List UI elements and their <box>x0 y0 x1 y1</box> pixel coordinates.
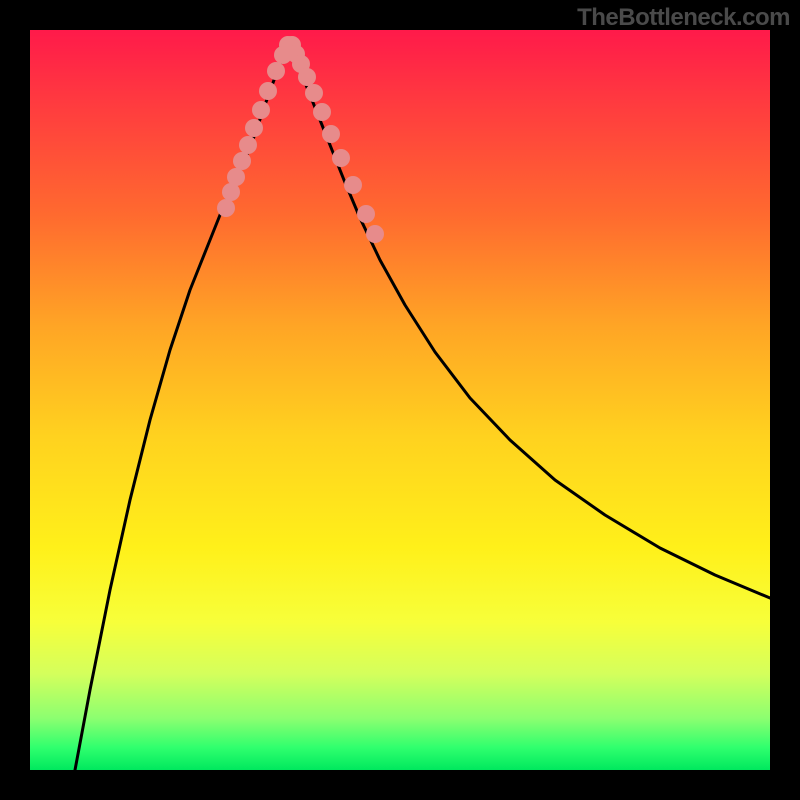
marker-point <box>332 149 350 167</box>
marker-point <box>227 168 245 186</box>
marker-point <box>344 176 362 194</box>
curve-right-branch <box>288 45 770 598</box>
marker-point <box>217 199 235 217</box>
marker-point <box>267 62 285 80</box>
marker-point <box>322 125 340 143</box>
marker-point <box>259 82 277 100</box>
curve-left-branch <box>75 45 288 770</box>
watermark-text: TheBottleneck.com <box>577 4 790 32</box>
marker-point <box>233 152 251 170</box>
marker-point <box>305 84 323 102</box>
plot-area <box>30 30 770 770</box>
curve-svg <box>30 30 770 770</box>
marker-point <box>357 205 375 223</box>
marker-point <box>252 101 270 119</box>
chart-frame: TheBottleneck.com <box>0 0 800 800</box>
marker-point <box>239 136 257 154</box>
marker-point <box>298 68 316 86</box>
marker-point <box>366 225 384 243</box>
marker-point <box>313 103 331 121</box>
marker-point <box>245 119 263 137</box>
